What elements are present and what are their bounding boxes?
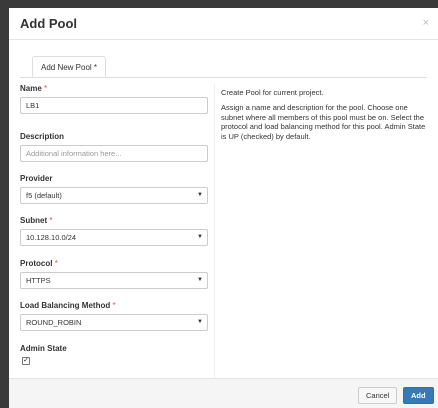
admin-state-label: Admin State [20, 344, 67, 353]
name-label: Name * [20, 84, 48, 93]
close-icon[interactable]: × [423, 17, 429, 29]
lb-method-label: Load Balancing Method * [20, 301, 116, 310]
lb-method-field-group: Load Balancing Method * ROUND_ROBIN ▼ [20, 301, 208, 331]
dialog-title: Add Pool [20, 16, 78, 31]
chevron-down-icon: ▼ [197, 277, 203, 283]
subnet-field-group: Subnet * 10.128.10.0/24 ▼ [20, 216, 208, 246]
admin-state-checkbox[interactable]: ✓ [22, 357, 30, 365]
required-mark: * [49, 216, 53, 225]
lb-method-value: ROUND_ROBIN [26, 318, 82, 327]
required-mark: * [54, 259, 58, 268]
subnet-label: Subnet * [20, 216, 53, 225]
protocol-label: Protocol * [20, 259, 58, 268]
provider-field-group: Provider f5 (default) ▼ [20, 174, 208, 204]
help-details: Assign a name and description for the po… [221, 103, 426, 141]
dialog-footer: Cancel Add [9, 378, 438, 408]
required-mark: * [44, 84, 48, 93]
protocol-value: HTTPS [26, 276, 51, 285]
protocol-select[interactable]: HTTPS ▼ [20, 272, 208, 289]
provider-label: Provider [20, 174, 53, 183]
help-panel: Create Pool for current project. Assign … [221, 88, 427, 147]
subnet-select[interactable]: 10.128.10.0/24 ▼ [20, 229, 208, 246]
protocol-field-group: Protocol * HTTPS ▼ [20, 259, 208, 289]
help-intro: Create Pool for current project. [221, 88, 324, 97]
help-divider [214, 84, 215, 379]
provider-select[interactable]: f5 (default) ▼ [20, 187, 208, 204]
required-mark: * [112, 301, 116, 310]
tab-bar: Add New Pool * [20, 56, 427, 78]
description-label: Description [20, 132, 65, 141]
provider-value: f5 (default) [26, 191, 62, 200]
admin-state-field-group: Admin State ✓ [20, 344, 208, 365]
add-pool-dialog: Add Pool × Add New Pool * Name * LB1 Des… [9, 8, 438, 408]
subnet-value: 10.128.10.0/24 [26, 233, 77, 242]
lb-method-select[interactable]: ROUND_ROBIN ▼ [20, 314, 208, 331]
chevron-down-icon: ▼ [197, 319, 203, 325]
name-input[interactable]: LB1 [20, 97, 208, 114]
dialog-header: Add Pool × [9, 8, 438, 40]
tab-add-new-pool[interactable]: Add New Pool * [32, 56, 107, 77]
name-field-group: Name * LB1 [20, 84, 208, 114]
add-button[interactable]: Add [403, 387, 434, 404]
cancel-button[interactable]: Cancel [358, 387, 398, 404]
chevron-down-icon: ▼ [197, 234, 203, 240]
description-input[interactable]: Additional information here... [20, 145, 208, 162]
description-field-group: Description Additional information here.… [20, 132, 208, 162]
chevron-down-icon: ▼ [197, 192, 203, 198]
